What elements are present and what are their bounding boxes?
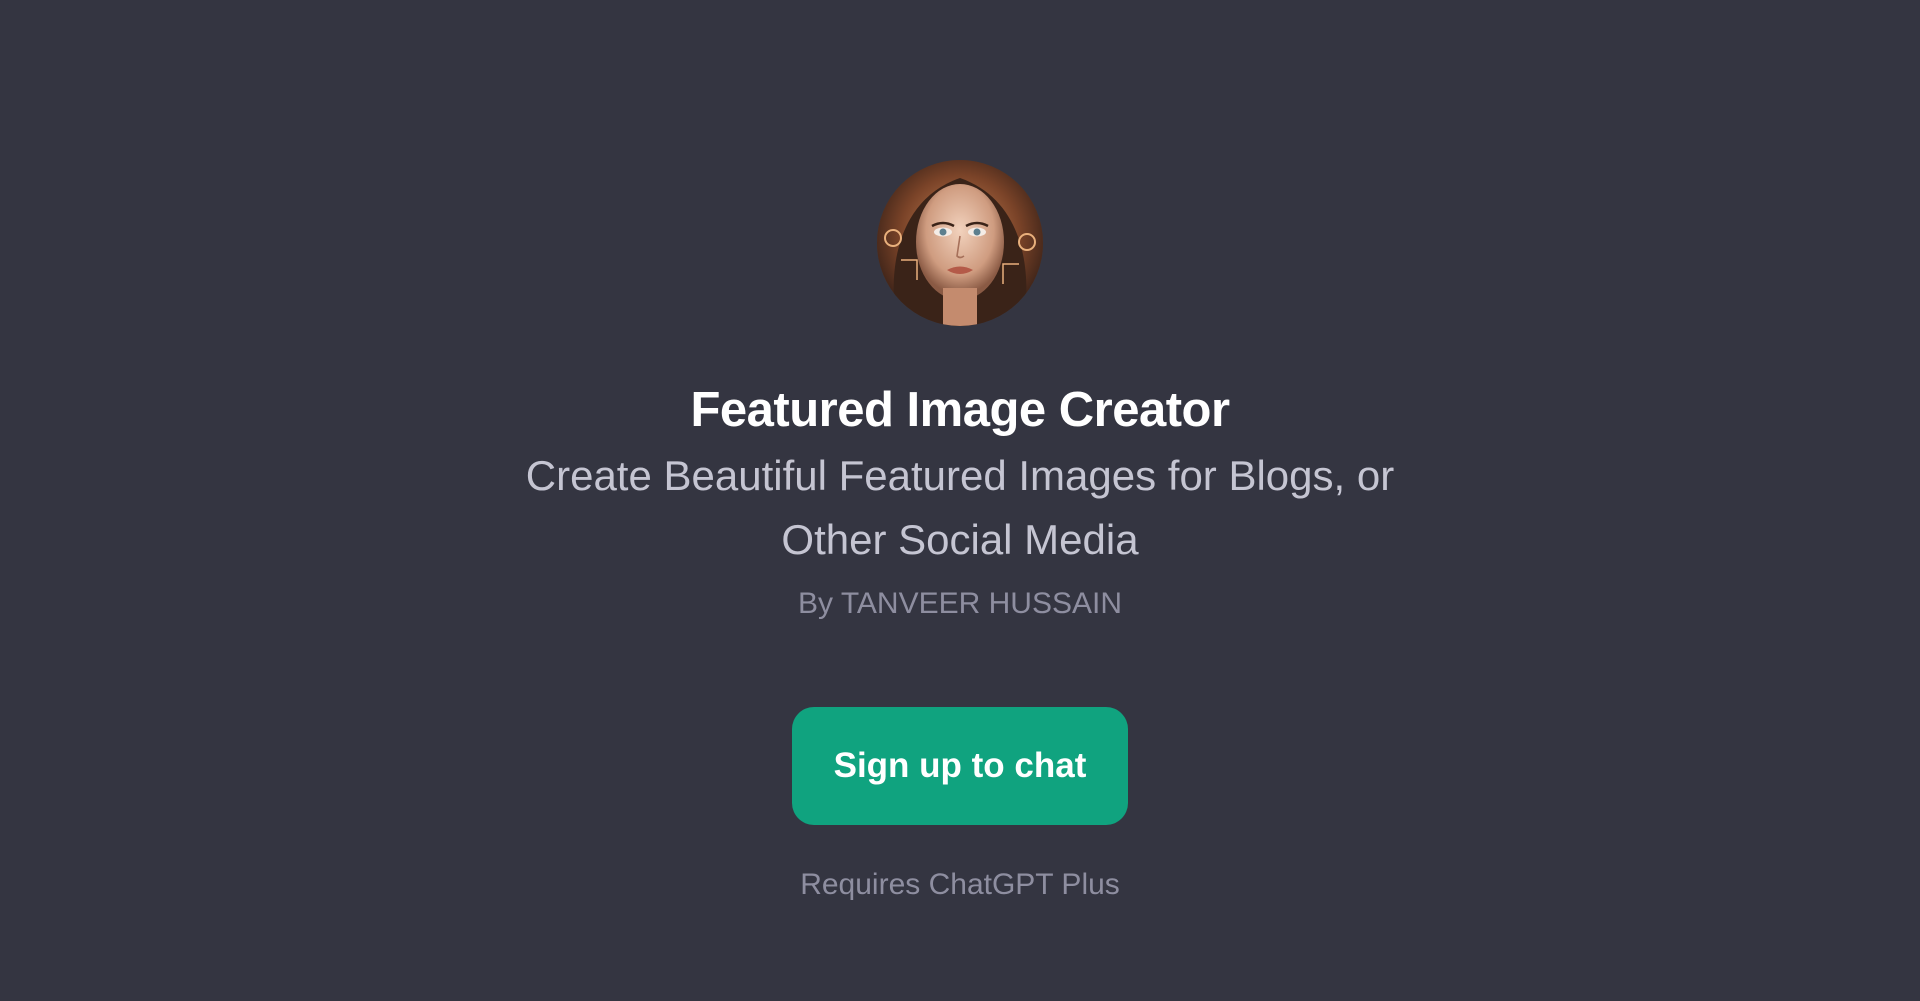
plan-requirement-note: Requires ChatGPT Plus bbox=[800, 868, 1120, 901]
gpt-avatar bbox=[877, 160, 1043, 326]
gpt-title: Featured Image Creator bbox=[690, 383, 1230, 437]
gpt-landing-page: Featured Image Creator Create Beautiful … bbox=[0, 0, 1920, 1001]
avatar-portrait-icon bbox=[877, 160, 1043, 326]
gpt-profile: Featured Image Creator Create Beautiful … bbox=[0, 0, 1920, 905]
sign-up-to-chat-button[interactable]: Sign up to chat bbox=[792, 707, 1128, 825]
gpt-description: Create Beautiful Featured Images for Blo… bbox=[525, 452, 1395, 563]
gpt-author: By TANVEER HUSSAIN bbox=[798, 587, 1122, 620]
